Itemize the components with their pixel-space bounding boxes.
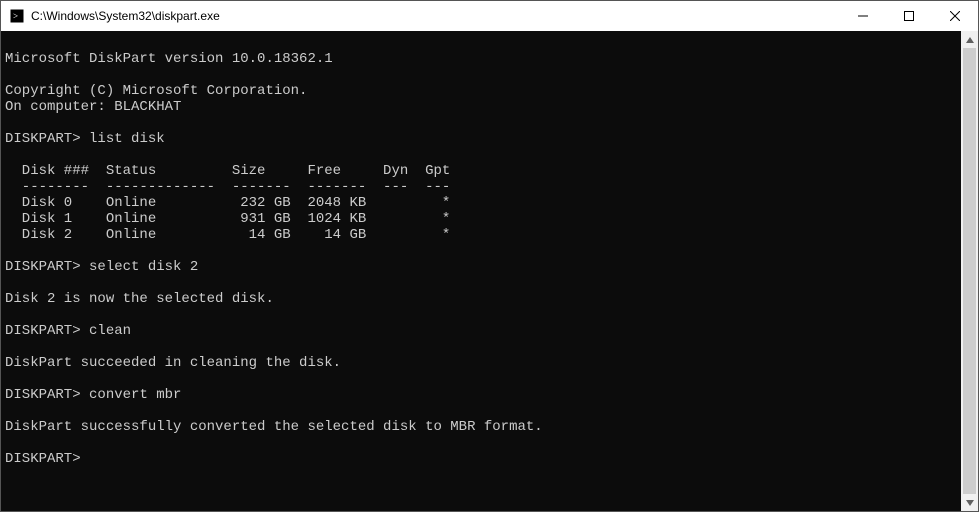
blank-line [5, 371, 13, 387]
cmd-clean: clean [89, 323, 131, 339]
prompt: DISKPART> [5, 387, 81, 403]
maximize-button[interactable] [886, 1, 932, 31]
table-row: Disk 1 Online 931 GB 1024 KB * [5, 211, 450, 227]
table-row: Disk 2 Online 14 GB 14 GB * [5, 227, 450, 243]
table-header: Disk ### Status Size Free Dyn Gpt [5, 163, 450, 179]
close-button[interactable] [932, 1, 978, 31]
vertical-scrollbar[interactable] [961, 31, 978, 511]
prompt: DISKPART> [5, 323, 81, 339]
blank-line [5, 147, 13, 163]
minimize-button[interactable] [840, 1, 886, 31]
svg-text:>: > [13, 11, 18, 21]
scroll-up-arrow-icon[interactable] [961, 31, 978, 48]
blank-line [5, 403, 13, 419]
msg-convert: DiskPart successfully converted the sele… [5, 419, 543, 435]
computer-line: On computer: BLACKHAT [5, 99, 181, 115]
blank-line [5, 115, 13, 131]
msg-selected: Disk 2 is now the selected disk. [5, 291, 274, 307]
terminal[interactable]: Microsoft DiskPart version 10.0.18362.1 … [1, 31, 961, 511]
table-divider: -------- ------------- ------- ------- -… [5, 179, 450, 195]
cmd-convert: convert mbr [89, 387, 181, 403]
blank-line [5, 435, 13, 451]
blank-line [5, 243, 13, 259]
prompt: DISKPART> [5, 451, 81, 467]
blank-line [5, 67, 13, 83]
blank-line [5, 35, 13, 51]
window-title: C:\Windows\System32\diskpart.exe [31, 9, 220, 23]
blank-line [5, 307, 13, 323]
table-row: Disk 0 Online 232 GB 2048 KB * [5, 195, 450, 211]
scrollbar-track[interactable] [961, 48, 978, 494]
scrollbar-thumb[interactable] [963, 48, 976, 494]
scroll-down-arrow-icon[interactable] [961, 494, 978, 511]
version-line: Microsoft DiskPart version 10.0.18362.1 [5, 51, 333, 67]
prompt: DISKPART> [5, 259, 81, 275]
copyright-line: Copyright (C) Microsoft Corporation. [5, 83, 307, 99]
blank-line [5, 339, 13, 355]
blank-line [5, 275, 13, 291]
prompt: DISKPART> [5, 131, 81, 147]
cmd-list-disk: list disk [89, 131, 165, 147]
app-icon: > [9, 8, 25, 24]
msg-clean: DiskPart succeeded in cleaning the disk. [5, 355, 341, 371]
console-area: Microsoft DiskPart version 10.0.18362.1 … [1, 31, 978, 511]
cmd-select-disk: select disk 2 [89, 259, 198, 275]
titlebar[interactable]: > C:\Windows\System32\diskpart.exe [1, 1, 978, 31]
